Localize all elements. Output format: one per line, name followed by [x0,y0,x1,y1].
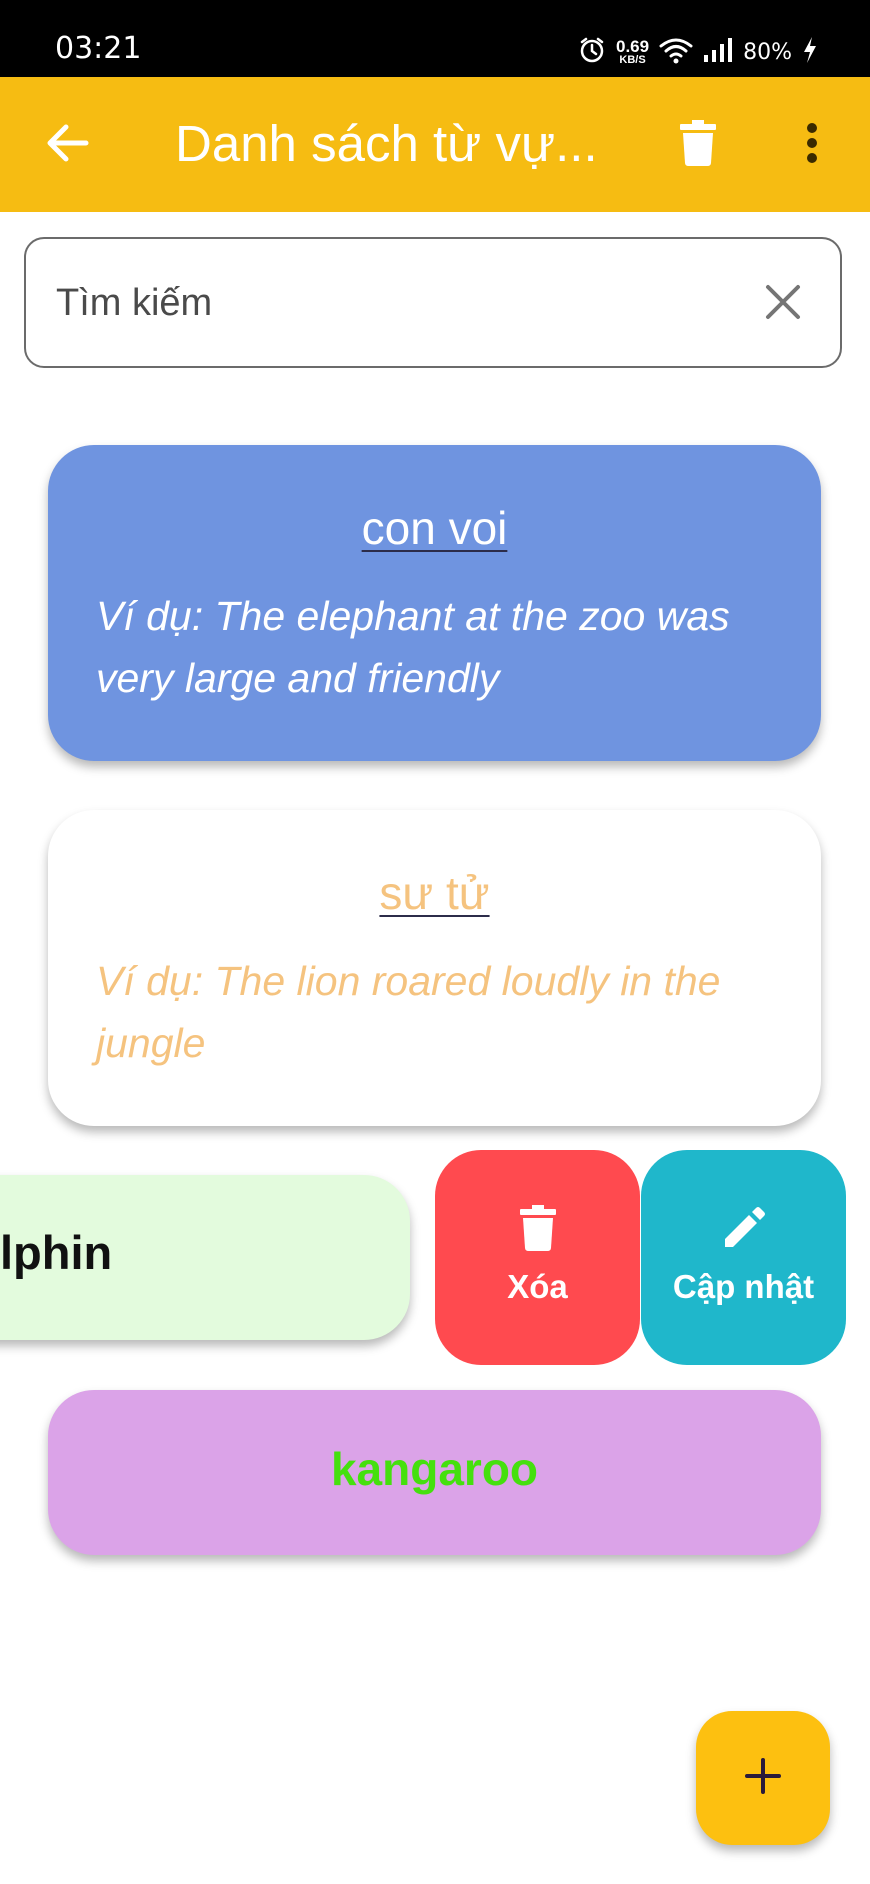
search-box [24,237,842,368]
signal-icon [703,37,733,68]
close-icon [765,284,801,325]
more-options-button[interactable] [790,117,834,173]
alarm-icon [578,36,606,69]
status-bar: 03:21 0.69 KB/S 80% [0,0,870,77]
delete-all-button[interactable] [672,117,724,173]
delete-label: Xóa [507,1268,568,1305]
net-speed-unit: KB/S [619,54,646,66]
status-time: 03:21 [55,31,142,66]
vocab-card-swiped[interactable]: lphin [0,1175,410,1340]
search-input[interactable] [54,269,738,337]
status-icons: 0.69 KB/S 80% [578,32,818,72]
vocab-word: lphin [0,1226,113,1279]
vocab-card[interactable]: sư tử Ví dụ: The lion roared loudly in t… [48,810,821,1126]
trash-icon [680,119,716,171]
vocab-example: Ví dụ: The lion roared loudly in the jun… [96,958,721,1066]
vocab-word: con voi [48,501,821,556]
add-word-button[interactable] [696,1711,830,1845]
battery-text: 80% [743,39,792,65]
page-title: Danh sách từ vự... [175,115,598,172]
net-speed: 0.69 KB/S [616,38,649,66]
wifi-icon [659,36,693,69]
arrow-left-icon [46,123,90,168]
update-label: Cập nhật [672,1268,815,1305]
trash-icon [514,1204,562,1252]
delete-button[interactable]: Xóa [435,1150,640,1365]
pencil-icon [720,1204,768,1252]
vocab-example: Ví dụ: The elephant at the zoo was very … [96,593,730,701]
net-speed-value: 0.69 [616,37,650,56]
screen: 03:21 0.69 KB/S 80% Danh sách từ vự... T… [0,0,870,1884]
clear-search-button[interactable] [762,283,804,325]
plus-icon [745,1757,781,1799]
vocab-word-text: sư tử [379,867,490,919]
update-button[interactable]: Cập nhật [641,1150,846,1365]
vocab-word-text: con voi [361,502,508,554]
vocab-card[interactable]: con voi Ví dụ: The elephant at the zoo w… [48,445,821,761]
more-vert-icon [806,122,818,168]
vocab-word: kangaroo [330,1443,539,1495]
vocab-card[interactable]: kangaroo [48,1390,821,1555]
app-bar: Danh sách từ vự... [0,77,870,212]
vocab-word: sư tử [48,866,821,921]
back-button[interactable] [42,119,94,171]
charging-icon [802,36,818,69]
